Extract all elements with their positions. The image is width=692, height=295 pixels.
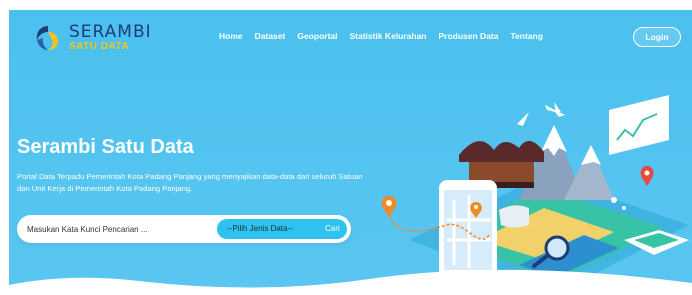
chart-card-icon <box>609 95 669 155</box>
nav-statistik-kelurahan[interactable]: Statistik Kelurahan <box>350 31 427 41</box>
bottom-wave <box>9 269 692 295</box>
hero-description: Portal Data Terpadu Pemerintah Kota Pada… <box>17 172 363 193</box>
data-type-select[interactable]: --Pilih Jenis Data-- Cari <box>217 219 347 239</box>
logo-mark-icon <box>36 26 58 50</box>
location-pin-icon <box>640 166 654 186</box>
login-button[interactable]: Login <box>633 27 681 47</box>
bird-icon <box>517 112 529 126</box>
location-pin-icon <box>381 196 397 217</box>
hand-shape <box>499 205 529 228</box>
nav-dataset[interactable]: Dataset <box>255 31 286 41</box>
nav-geoportal[interactable]: Geoportal <box>297 31 337 41</box>
airplane-icon <box>545 102 565 117</box>
page-title: Serambi Satu Data <box>17 136 194 158</box>
brand-subtitle: SATU DATA <box>69 41 130 52</box>
hero-section: SERAMBI SATU DATA Home Dataset Geoportal… <box>9 10 692 295</box>
search-input[interactable] <box>27 220 207 238</box>
search-bar: --Pilih Jenis Data-- Cari <box>17 215 351 243</box>
nav-produsen-data[interactable]: Produsen Data <box>439 31 499 41</box>
main-nav: Home Dataset Geoportal Statistik Kelurah… <box>219 31 543 41</box>
brand-logo[interactable]: SERAMBI SATU DATA <box>33 22 153 54</box>
nav-home[interactable]: Home <box>219 31 243 41</box>
nav-tentang[interactable]: Tentang <box>511 31 543 41</box>
search-button[interactable]: Cari <box>325 224 340 233</box>
data-type-select-label: --Pilih Jenis Data-- <box>227 224 293 233</box>
brand-title: SERAMBI <box>69 22 152 42</box>
